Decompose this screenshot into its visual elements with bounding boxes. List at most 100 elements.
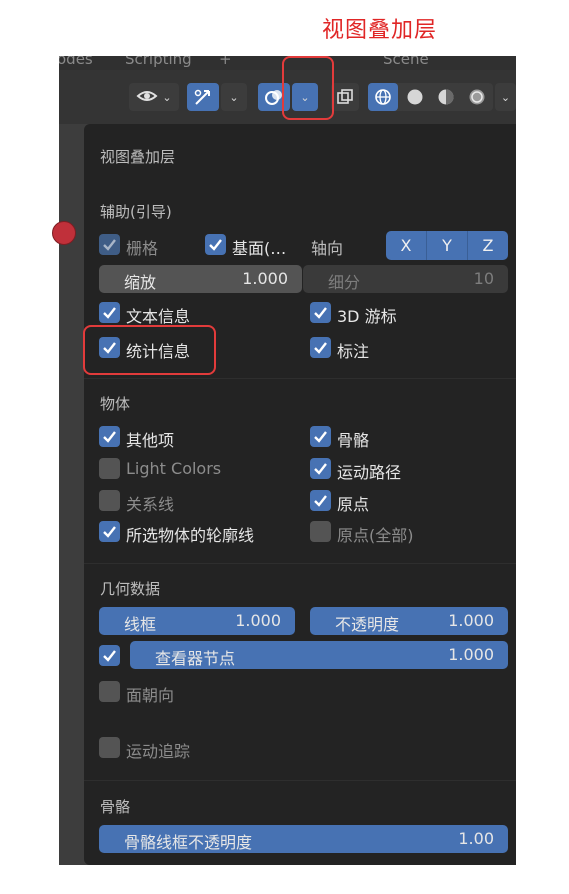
- motion-tracking-label: 运动追踪: [126, 742, 191, 761]
- viewport-object-sphere: [52, 221, 76, 245]
- 3d-cursor-checkbox[interactable]: [310, 302, 331, 323]
- bones-label: 骨骼: [337, 431, 370, 450]
- wireframe-label: 线框: [124, 615, 157, 634]
- rendered-sphere-icon: [469, 89, 485, 105]
- text-info-checkbox[interactable]: [99, 302, 120, 323]
- axes-label: 轴向: [311, 239, 344, 258]
- checkmark-icon: [314, 495, 327, 507]
- visibility-dropdown[interactable]: ⌄: [129, 83, 179, 111]
- checkmark-icon: [314, 431, 327, 443]
- axes-toggle-group: X Y Z: [386, 231, 508, 260]
- annotation-highlight-overlays-dropdown: [282, 56, 334, 120]
- extras-checkbox[interactable]: [99, 426, 120, 447]
- origins-all-checkbox[interactable]: [310, 521, 331, 542]
- checkmark-icon: [103, 650, 116, 662]
- grid-subdivisions-field[interactable]: 细分 10: [303, 265, 508, 293]
- light-colors-label: Light Colors: [126, 459, 222, 478]
- text-info-label: 文本信息: [126, 307, 191, 326]
- checkmark-icon: [103, 431, 116, 443]
- solid-shading-button[interactable]: [400, 83, 430, 111]
- viewer-node-checkbox[interactable]: [99, 645, 120, 666]
- relationship-lines-label: 关系线: [126, 495, 175, 514]
- face-orientation-label: 面朝向: [126, 686, 175, 705]
- face-orientation-checkbox[interactable]: [99, 681, 120, 702]
- origins-label: 原点: [337, 495, 370, 514]
- scene-selector[interactable]: Scene: [383, 56, 429, 68]
- wireframe-field[interactable]: 线框 1.000: [99, 607, 295, 635]
- chevron-down-icon: ⌄: [162, 90, 172, 104]
- geometry-section-header: 几何数据: [100, 580, 161, 598]
- grid-scale-value: 1.000: [242, 269, 288, 288]
- wireframe-sphere-icon: [375, 89, 391, 105]
- checkmark-icon: [103, 307, 116, 319]
- viewer-node-label: 查看器节点: [155, 649, 236, 668]
- axis-y-toggle[interactable]: Y: [427, 231, 468, 260]
- annotations-label: 标注: [337, 342, 370, 361]
- chevron-down-icon: ⌄: [500, 90, 511, 104]
- opacity-value: 1.000: [448, 611, 494, 630]
- workspace-tab-nodes[interactable]: odes: [59, 56, 93, 68]
- floor-checkbox[interactable]: [205, 234, 226, 255]
- checkmark-icon: [103, 239, 116, 251]
- section-divider: [84, 780, 516, 781]
- checkmark-icon: [314, 307, 327, 319]
- checkmark-icon: [314, 342, 327, 354]
- material-sphere-icon: [438, 89, 454, 105]
- light-colors-checkbox[interactable]: [99, 458, 120, 479]
- bone-wire-opacity-label: 骨骼线框不透明度: [124, 833, 253, 852]
- axis-x-toggle[interactable]: X: [386, 231, 427, 260]
- shading-dropdown[interactable]: ⌄: [495, 83, 516, 111]
- relationship-lines-checkbox[interactable]: [99, 490, 120, 511]
- outline-selected-checkbox[interactable]: [99, 521, 120, 542]
- annotation-highlight-statistics: [83, 325, 216, 375]
- checkmark-icon: [209, 239, 222, 251]
- workspace-tab-scripting[interactable]: Scripting: [125, 56, 192, 68]
- motion-paths-checkbox[interactable]: [310, 458, 331, 479]
- overlays-icon: [265, 90, 282, 105]
- grid-label: 栅格: [126, 239, 159, 258]
- wireframe-value: 1.000: [235, 611, 281, 630]
- bone-wire-opacity-field[interactable]: 骨骼线框不透明度 1.00: [99, 825, 508, 853]
- motion-tracking-checkbox[interactable]: [99, 737, 120, 758]
- gizmo-icon: [194, 89, 210, 105]
- checkmark-icon: [314, 463, 327, 475]
- 3d-cursor-label: 3D 游标: [337, 307, 397, 326]
- annotations-checkbox[interactable]: [310, 337, 331, 358]
- grid-scale-field[interactable]: 缩放 1.000: [99, 265, 302, 293]
- grid-subdivisions-value: 10: [473, 269, 494, 288]
- bones-checkbox[interactable]: [310, 426, 331, 447]
- grid-scale-label: 缩放: [124, 273, 157, 292]
- floor-label: 基面(…: [232, 239, 287, 258]
- section-divider: [84, 378, 516, 379]
- guides-section-header: 辅助(引导): [100, 203, 172, 221]
- gizmo-dropdown[interactable]: ⌄: [221, 83, 247, 111]
- opacity-label: 不透明度: [335, 615, 400, 634]
- rendered-shading-button[interactable]: [462, 83, 492, 111]
- add-workspace-button[interactable]: +: [219, 56, 232, 68]
- viewer-node-field[interactable]: 查看器节点 1.000: [130, 641, 508, 669]
- xray-toggle-button[interactable]: [331, 83, 359, 111]
- motion-paths-label: 运动路径: [337, 463, 402, 482]
- axis-z-toggle[interactable]: Z: [468, 231, 508, 260]
- origins-all-label: 原点(全部): [337, 526, 414, 545]
- wireframe-shading-button[interactable]: [368, 83, 398, 111]
- viewer-node-value: 1.000: [448, 645, 494, 664]
- objects-section-header: 物体: [100, 395, 131, 413]
- opacity-field[interactable]: 不透明度 1.000: [310, 607, 508, 635]
- material-shading-button[interactable]: [431, 83, 461, 111]
- eye-icon: [136, 91, 158, 101]
- bone-wire-opacity-value: 1.00: [458, 829, 494, 848]
- checkmark-icon: [103, 526, 116, 538]
- grid-checkbox[interactable]: [99, 234, 120, 255]
- panel-title: 视图叠加层: [100, 148, 176, 166]
- gizmo-toggle-button[interactable]: [187, 83, 219, 111]
- outline-selected-label: 所选物体的轮廓线: [126, 526, 255, 545]
- origins-checkbox[interactable]: [310, 490, 331, 511]
- bone-section-header: 骨骼: [100, 798, 131, 816]
- chevron-down-icon: ⌄: [229, 90, 239, 104]
- section-divider: [84, 563, 516, 564]
- xray-icon: [337, 89, 353, 104]
- annotation-title: 视图叠加层: [322, 18, 438, 43]
- extras-label: 其他项: [126, 431, 175, 450]
- grid-subdivisions-label: 细分: [328, 273, 361, 292]
